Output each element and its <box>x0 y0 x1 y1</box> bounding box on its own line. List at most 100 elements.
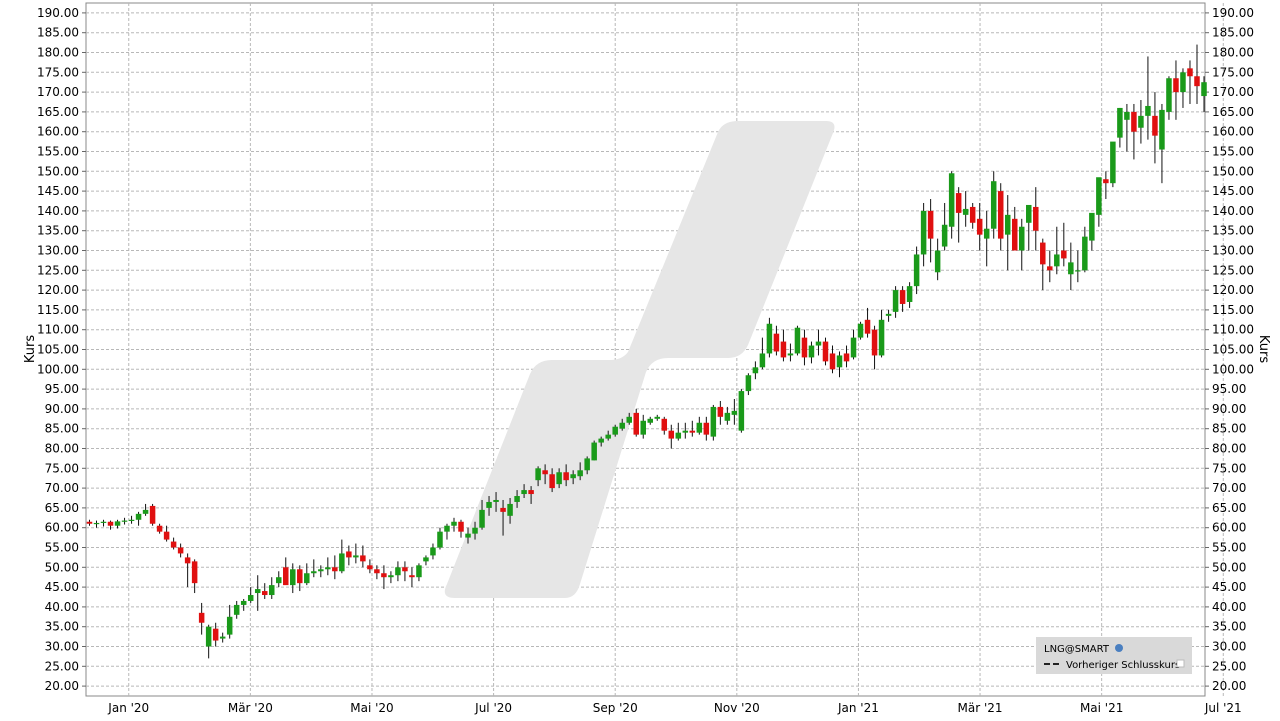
candle-body-up <box>556 472 562 485</box>
y-tick-label: 155.00 <box>37 145 79 159</box>
candle-body-up <box>724 412 731 421</box>
y-tick-label: 20.00 <box>1212 679 1246 693</box>
candle-body-down <box>780 341 787 358</box>
candle-body-down <box>997 191 1004 239</box>
candle-body-up <box>836 355 843 368</box>
candle-body-up <box>1068 262 1074 275</box>
y-tick-label: 115.00 <box>1212 303 1254 317</box>
candle-body-down <box>1187 68 1193 77</box>
y-tick-label: 175.00 <box>1212 65 1254 79</box>
candle-body-up <box>591 442 597 461</box>
candle-body-down <box>717 406 724 417</box>
candle-body-down <box>1194 76 1200 87</box>
y-tick-label: 95.00 <box>1212 382 1246 396</box>
candle <box>766 317 773 358</box>
candle <box>149 503 156 526</box>
candle-body-up <box>1026 204 1032 223</box>
y-tick-label: 155.00 <box>1212 145 1254 159</box>
x-tick-label: Nov '20 <box>714 701 760 715</box>
candle-body-up <box>205 626 212 647</box>
y-tick-label: 130.00 <box>37 244 79 258</box>
candle-body-down <box>332 567 338 572</box>
y-tick-label: 175.00 <box>37 65 79 79</box>
candle-body-up <box>892 290 899 312</box>
candle-body-down <box>1033 206 1039 231</box>
y-tick-label: 50.00 <box>45 560 79 574</box>
y-tick-label: 150.00 <box>37 164 79 178</box>
candle-body-up <box>794 327 801 354</box>
x-axis: Jan '20 Mär '20 Mai '20 Jul '20 Sep '20 Nov '… <box>107 701 1242 715</box>
candle-body-up <box>731 410 738 415</box>
candle-body-up <box>1096 177 1102 215</box>
y-tick-label: 40.00 <box>1212 600 1246 614</box>
candle-body-down <box>822 341 829 362</box>
candle-body-up <box>451 521 457 526</box>
y-tick-label: 110.00 <box>37 323 79 337</box>
candle-body-up <box>1082 236 1088 271</box>
candle-body-up <box>570 474 576 479</box>
y-tick-label: 145.00 <box>1212 184 1254 198</box>
candle-body-up <box>850 337 857 358</box>
candle-body-up <box>444 525 450 532</box>
legend: LNG@SMART Vorheriger Schlusskurs <box>1036 637 1192 674</box>
candle-body-down <box>381 573 387 578</box>
candle-body-up <box>1019 226 1025 251</box>
candle-body-up <box>654 416 661 419</box>
candle-body-up <box>486 501 492 508</box>
y-tick-label: 55.00 <box>45 541 79 555</box>
candle-body-up <box>913 254 920 287</box>
candle-body-up <box>759 353 766 368</box>
candle <box>738 389 745 433</box>
y-tick-label: 185.00 <box>37 26 79 40</box>
candle-body-up <box>521 490 527 495</box>
candle-body-up <box>962 208 969 215</box>
candle-body-up <box>808 345 815 358</box>
candle-body-down <box>969 206 976 223</box>
candle-body-up <box>990 181 997 229</box>
candle-body-up <box>114 521 121 526</box>
x-tick-label: Jan '21 <box>837 701 879 715</box>
candle-body-down <box>163 531 170 540</box>
candle-body-up <box>93 522 100 525</box>
candle-body-up <box>226 616 233 635</box>
y-tick-label: 100.00 <box>1212 362 1254 376</box>
candle-body-up <box>1180 72 1186 93</box>
candle-body-down <box>703 422 710 435</box>
y-tick-label: 190.00 <box>37 6 79 20</box>
candle-body-down <box>864 319 871 334</box>
candle-body-up <box>710 406 717 437</box>
x-tick-label: Jul '21 <box>1204 701 1242 715</box>
candle-body-up <box>906 286 913 302</box>
y-tick-label: 45.00 <box>1212 580 1246 594</box>
y-tick-label: 185.00 <box>1212 26 1254 40</box>
x-tick-label: Mär '21 <box>958 701 1003 715</box>
candle-body-down <box>1011 218 1018 251</box>
candle-body-up <box>1159 109 1165 150</box>
candle-body-up <box>233 604 240 615</box>
candle-body-down <box>177 547 184 554</box>
candle-body-down <box>1040 242 1046 265</box>
candle-body-down <box>360 555 366 562</box>
candle-body-up <box>752 367 759 374</box>
candle-body-up <box>514 496 520 502</box>
y-tick-label: 160.00 <box>1212 125 1254 139</box>
y-tick-label: 165.00 <box>1212 105 1254 119</box>
legend-checkbox-icon[interactable] <box>1176 659 1185 668</box>
candle-body-down <box>198 612 205 623</box>
candle-body-up <box>493 499 499 502</box>
candle-body-down <box>261 591 268 596</box>
candle-body-up <box>430 547 436 556</box>
candle-body-up <box>584 458 590 471</box>
candle-body-up <box>885 313 892 316</box>
y-tick-label: 35.00 <box>1212 620 1246 634</box>
y-tick-label: 70.00 <box>45 481 79 495</box>
candle <box>710 404 717 441</box>
candle-body-down <box>297 569 303 584</box>
candle-body-up <box>100 521 107 523</box>
candle-body-down <box>528 490 534 495</box>
candle-body-down <box>283 567 289 586</box>
y-tick-label: 90.00 <box>45 402 79 416</box>
candle-body-down <box>871 329 878 356</box>
candle-body-down <box>899 290 906 304</box>
candle-body-up <box>640 420 646 435</box>
